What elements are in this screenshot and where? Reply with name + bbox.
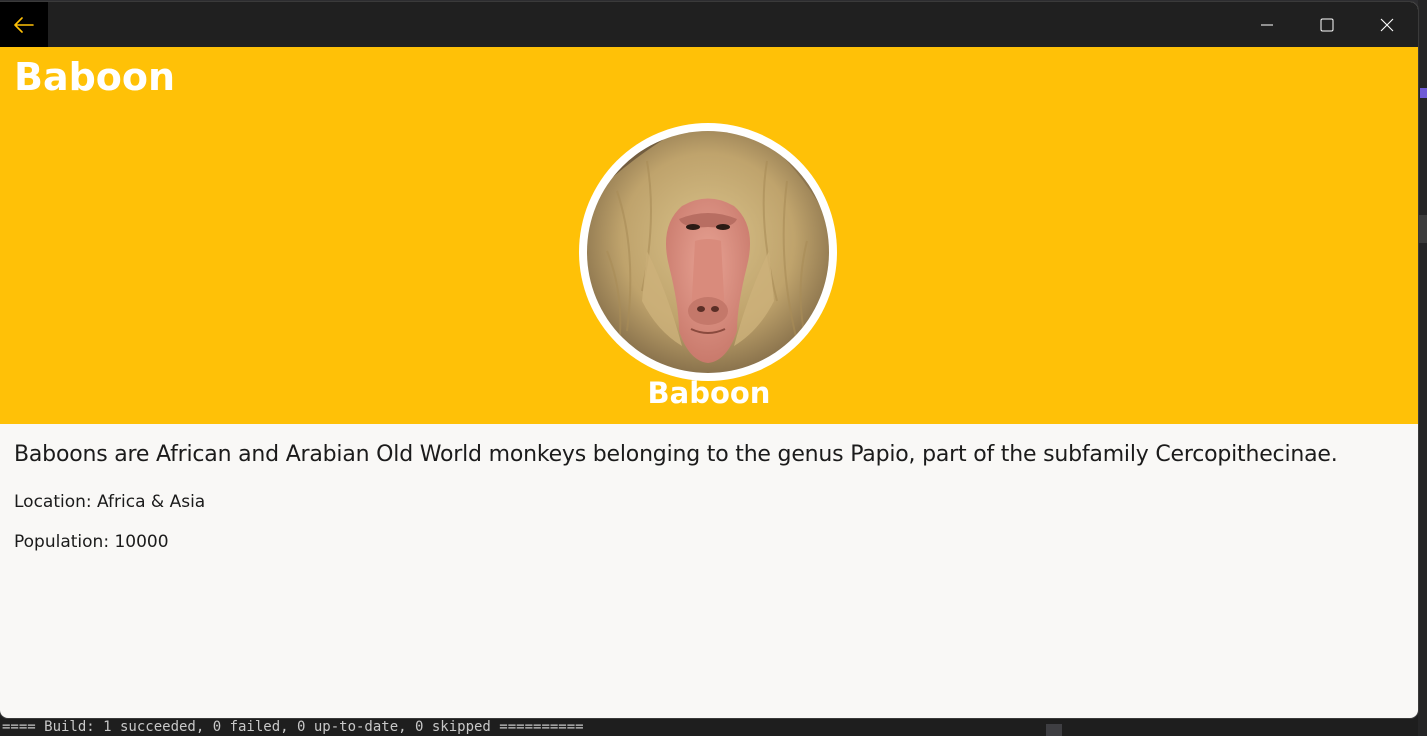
output-scrollbar[interactable] xyxy=(1046,724,1062,736)
animal-name-caption: Baboon xyxy=(647,376,771,410)
ide-scroll-area xyxy=(1418,215,1427,243)
minimize-icon xyxy=(1261,24,1273,25)
build-output-text: ==== Build: 1 succeeded, 0 failed, 0 up-… xyxy=(2,719,584,735)
animal-population: Population: 10000 xyxy=(14,532,169,552)
baboon-photo xyxy=(587,131,829,373)
ide-output-panel: ==== Build: 1 succeeded, 0 failed, 0 up-… xyxy=(0,718,1418,736)
animal-header: Baboon Baboon xyxy=(0,47,1418,424)
minimize-button[interactable] xyxy=(1237,2,1297,47)
baboon-avatar xyxy=(587,131,829,373)
close-icon xyxy=(1380,18,1394,31)
title-bar xyxy=(0,2,1418,47)
arrow-left-icon xyxy=(14,16,34,33)
ide-marker xyxy=(1420,88,1427,98)
animal-location: Location: Africa & Asia xyxy=(14,492,206,512)
maximize-button[interactable] xyxy=(1297,2,1357,47)
maximize-icon xyxy=(1320,18,1334,31)
close-button[interactable] xyxy=(1357,2,1417,47)
animal-details: Baboons are African and Arabian Old Worl… xyxy=(0,424,1418,718)
avatar-frame xyxy=(579,123,837,381)
animal-description: Baboons are African and Arabian Old Worl… xyxy=(14,442,1338,467)
ide-side-panel xyxy=(1418,0,1427,736)
back-button[interactable] xyxy=(0,2,48,47)
page-title: Baboon xyxy=(14,55,176,99)
app-window: Baboon Baboon Baboons are African and Ar… xyxy=(0,2,1418,718)
